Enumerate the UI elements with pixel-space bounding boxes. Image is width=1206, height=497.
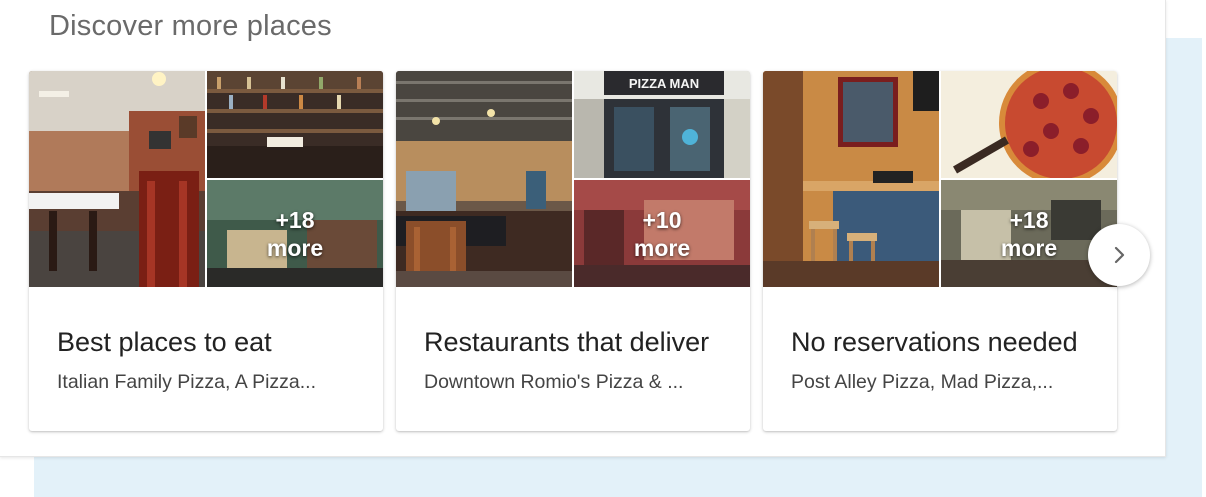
card-subtitle: Italian Family Pizza, A Pizza... bbox=[57, 371, 317, 393]
card-no-reservations-needed[interactable]: +18 more No reservations needed Post All… bbox=[763, 71, 1117, 431]
photo-main bbox=[29, 71, 205, 287]
photo-bottom-more[interactable]: +10 more bbox=[574, 180, 750, 287]
photo-collage: PIZZA MAN +10 more bbox=[396, 71, 750, 287]
card-title: Restaurants that deliver bbox=[424, 327, 710, 357]
photo-main bbox=[763, 71, 939, 287]
discover-panel: Discover more places +18 more Best place… bbox=[0, 0, 1166, 457]
photo-top: PIZZA MAN bbox=[574, 71, 750, 178]
card-restaurants-that-deliver[interactable]: PIZZA MAN +10 more Restaurants that deli… bbox=[396, 71, 750, 431]
more-label: more bbox=[266, 234, 324, 261]
more-photos-overlay: +10 more bbox=[574, 180, 750, 287]
photo-collage: +18 more bbox=[763, 71, 1117, 287]
more-photos-overlay: +18 more bbox=[941, 180, 1117, 287]
photo-bottom-more[interactable]: +18 more bbox=[941, 180, 1117, 287]
storefront-sign: PIZZA MAN bbox=[629, 76, 699, 91]
chevron-right-icon bbox=[1114, 246, 1125, 264]
card-subtitle: Post Alley Pizza, Mad Pizza,... bbox=[791, 371, 1054, 393]
photo-main bbox=[396, 71, 572, 287]
card-best-places-to-eat[interactable]: +18 more Best places to eat Italian Fami… bbox=[29, 71, 383, 431]
card-title: No reservations needed bbox=[791, 327, 1078, 357]
photo-collage: +18 more bbox=[29, 71, 383, 287]
next-button[interactable] bbox=[1088, 224, 1150, 286]
more-photos-overlay: +18 more bbox=[207, 180, 383, 287]
more-count: +18 bbox=[1009, 206, 1049, 233]
more-label: more bbox=[1000, 234, 1058, 261]
more-count: +18 bbox=[275, 206, 315, 233]
photo-top bbox=[941, 71, 1117, 178]
photo-bottom-more[interactable]: +18 more bbox=[207, 180, 383, 287]
card-title: Best places to eat bbox=[57, 327, 272, 357]
photo-top bbox=[207, 71, 383, 178]
section-title: Discover more places bbox=[49, 10, 332, 42]
more-count: +10 bbox=[642, 206, 682, 233]
card-subtitle: Downtown Romio's Pizza & ... bbox=[424, 371, 684, 393]
more-label: more bbox=[633, 234, 691, 261]
